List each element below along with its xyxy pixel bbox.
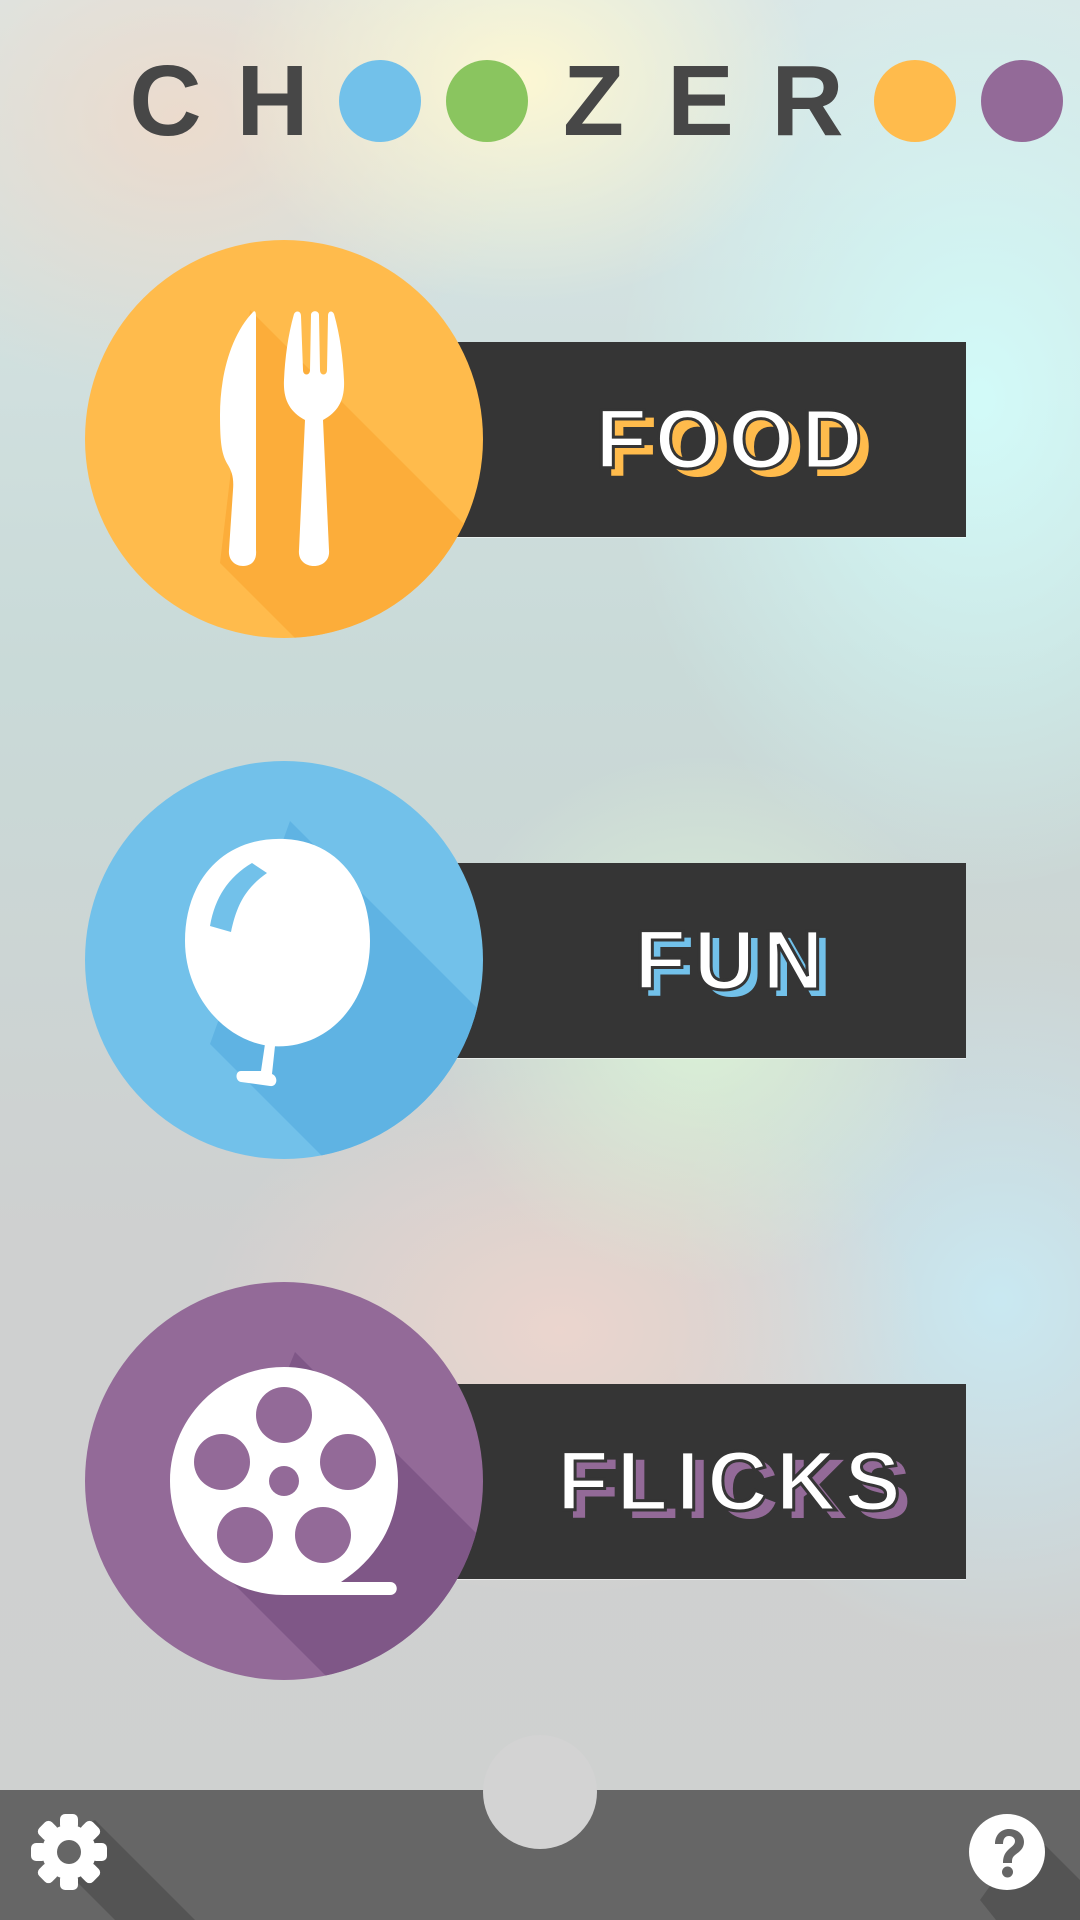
category-fun[interactable]: FUN <box>0 761 1080 1161</box>
category-food[interactable]: FOOD <box>0 240 1080 640</box>
gear-icon <box>31 1814 107 1890</box>
logo-letter-h: H <box>236 45 309 157</box>
film-reel-icon <box>170 1352 483 1680</box>
category-button-flicks[interactable] <box>85 1282 483 1680</box>
category-label-food: FOOD <box>594 391 871 488</box>
category-label-flicks: FLICKS <box>556 1433 909 1530</box>
logo-dot-orange <box>874 60 956 142</box>
logo-dot-green <box>446 60 528 142</box>
logo-letter-r: R <box>771 45 844 157</box>
balloon-icon <box>185 821 483 1159</box>
bottom-center-tab[interactable] <box>483 1735 597 1849</box>
settings-button[interactable] <box>29 1812 109 1892</box>
help-button[interactable] <box>967 1812 1047 1892</box>
logo-dot-purple <box>981 60 1063 142</box>
category-button-food[interactable] <box>85 240 483 638</box>
category-flicks[interactable]: FLICKS <box>0 1282 1080 1682</box>
fork-knife-icon <box>220 310 483 638</box>
logo-dot-blue <box>339 60 421 142</box>
logo-letter-z: Z <box>562 45 625 157</box>
help-icon <box>969 1814 1045 1890</box>
category-banner-food[interactable]: FOOD <box>440 342 966 537</box>
category-button-fun[interactable] <box>85 761 483 1159</box>
app-logo: C H Z E R <box>112 45 1075 157</box>
category-label-fun: FUN <box>633 912 832 1009</box>
logo-letter-c: C <box>129 45 202 157</box>
category-banner-fun[interactable]: FUN <box>440 863 966 1058</box>
logo-letter-e: E <box>667 45 734 157</box>
category-banner-flicks[interactable]: FLICKS <box>440 1384 966 1579</box>
